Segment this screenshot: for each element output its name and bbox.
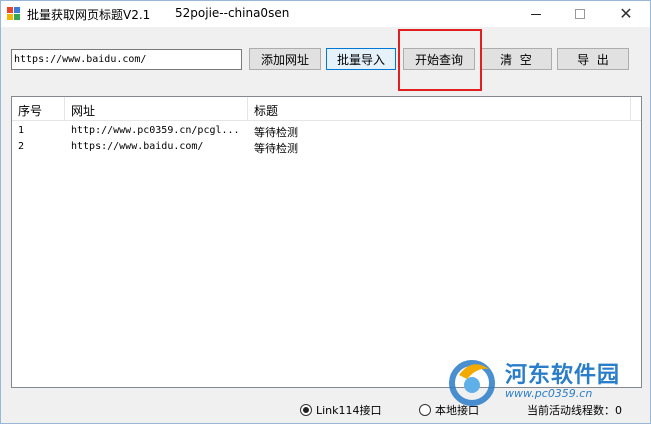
thread-count-label: 当前活动线程数：0	[527, 404, 622, 417]
app-icon	[7, 7, 21, 21]
clear-button[interactable]: 清 空	[480, 48, 552, 70]
local-interface-label: 本地接口	[435, 404, 479, 417]
app-window: 批量获取网页标题V2.1 52pojie--china0sen ✕ 添加网址 批…	[0, 0, 651, 424]
radio-checked-icon	[300, 404, 312, 416]
column-header-url[interactable]: 网址	[65, 97, 248, 121]
batch-import-button[interactable]: 批量导入	[326, 48, 396, 70]
close-button[interactable]: ✕	[603, 1, 649, 27]
radio-unchecked-icon	[419, 404, 431, 416]
table-row[interactable]: 2 https://www.baidu.com/ 等待检测	[12, 140, 641, 155]
url-list[interactable]: 序号 网址 标题 1 http://www.pc0359.cn/pcgl... …	[11, 96, 642, 388]
close-icon: ✕	[619, 4, 633, 23]
link114-label: Link114接口	[316, 404, 382, 417]
row-number: 1	[18, 125, 25, 136]
maximize-button[interactable]	[557, 1, 603, 27]
row-url: https://www.baidu.com/	[71, 141, 204, 152]
local-interface-radio[interactable]: 本地接口	[419, 402, 479, 418]
export-button[interactable]: 导 出	[557, 48, 629, 70]
window-credit: 52pojie--china0sen	[175, 6, 290, 20]
list-header: 序号 网址 标题	[12, 97, 641, 121]
minimize-icon	[531, 13, 541, 15]
start-query-button[interactable]: 开始查询	[403, 48, 475, 70]
title-bar: 批量获取网页标题V2.1 52pojie--china0sen ✕	[1, 1, 650, 27]
add-url-button[interactable]: 添加网址	[249, 48, 321, 70]
row-title: 等待检测	[254, 142, 298, 155]
window-title: 批量获取网页标题V2.1	[27, 8, 151, 22]
column-header-number[interactable]: 序号	[12, 97, 65, 121]
url-input[interactable]	[11, 49, 242, 70]
row-number: 2	[18, 141, 25, 152]
row-title: 等待检测	[254, 126, 298, 139]
link114-radio[interactable]: Link114接口	[300, 402, 382, 418]
maximize-icon	[575, 9, 585, 19]
minimize-button[interactable]	[513, 1, 559, 27]
watermark-url: www.pc0359.cn	[505, 387, 593, 400]
column-header-title[interactable]: 标题	[248, 97, 631, 121]
table-row[interactable]: 1 http://www.pc0359.cn/pcgl... 等待检测	[12, 124, 641, 139]
row-url: http://www.pc0359.cn/pcgl...	[71, 125, 240, 136]
